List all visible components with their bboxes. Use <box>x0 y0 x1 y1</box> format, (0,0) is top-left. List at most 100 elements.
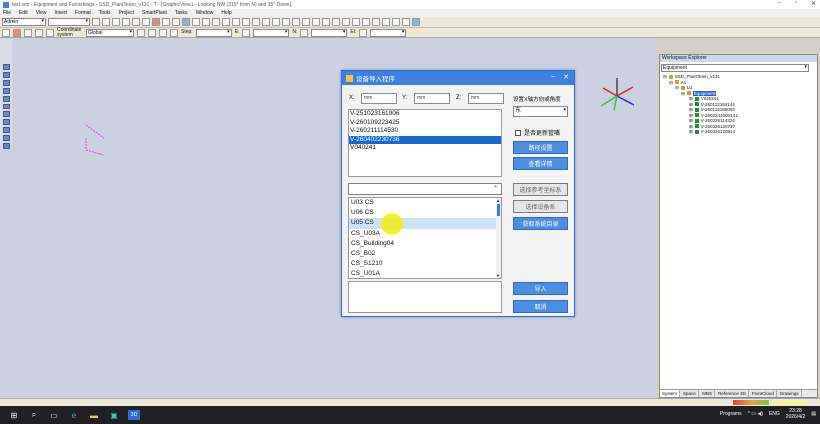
vessel-list[interactable]: V-251023161906 V-260109223425 V-26021111… <box>348 109 502 177</box>
list-item[interactable]: CS_S1210 <box>349 259 501 269</box>
nozzle-icon[interactable] <box>35 28 43 37</box>
e-combo[interactable] <box>253 28 290 37</box>
coord-system-dropdown[interactable]: ⌃ <box>348 183 502 195</box>
file-explorer-icon[interactable]: ▬ <box>88 410 100 420</box>
n-combo[interactable] <box>311 28 348 37</box>
scroll-down-icon[interactable]: ▼ <box>496 273 500 278</box>
tree-item[interactable]: ⊞ V-260326120814 <box>663 129 817 135</box>
check-icon[interactable] <box>392 18 400 26</box>
list-item[interactable]: V-260109223425 <box>349 119 501 128</box>
tab-reference-3d[interactable]: Reference 3D <box>716 390 749 397</box>
zoom-area-icon[interactable] <box>282 18 290 26</box>
print-icon[interactable] <box>122 18 130 26</box>
windows-start-icon[interactable]: ⊞ <box>8 410 20 420</box>
explorer-filter-combo[interactable]: Equipment <box>661 64 809 72</box>
properties-icon[interactable] <box>242 18 250 26</box>
task-view-icon[interactable]: ▭ <box>48 410 60 420</box>
select-ref-coord-button[interactable]: 选择参考坐标系 <box>513 183 568 196</box>
tray-icons[interactable]: ^ ▭ ◀) <box>748 411 763 417</box>
cut-icon[interactable] <box>132 18 140 26</box>
redo-icon[interactable] <box>172 18 180 26</box>
x-input[interactable]: mm <box>361 93 397 104</box>
menu-view[interactable]: View <box>36 10 47 16</box>
snap-icon[interactable] <box>352 18 360 26</box>
import-button[interactable]: 导入 <box>513 282 568 295</box>
coord-icon[interactable] <box>137 28 145 37</box>
y-input[interactable]: mm <box>414 93 450 104</box>
undo-icon[interactable] <box>162 18 170 26</box>
menu-window[interactable]: Window <box>196 10 214 16</box>
angle-select[interactable]: 东 <box>513 106 568 117</box>
list-item[interactable]: V040241 <box>349 144 501 153</box>
permission-combo[interactable] <box>48 18 90 26</box>
list-item[interactable]: U06 CS <box>349 208 501 218</box>
search-icon[interactable]: ⌕ <box>28 410 40 420</box>
tab-system[interactable]: System <box>660 390 681 397</box>
list-item-highlighted[interactable]: U05 CS <box>349 218 501 229</box>
minimize-icon[interactable]: – <box>777 0 780 7</box>
menu-edit[interactable]: Edit <box>19 10 28 16</box>
measure-icon[interactable] <box>232 18 240 26</box>
menu-project[interactable]: Project <box>118 10 134 16</box>
place-icon[interactable] <box>24 28 32 37</box>
language-indicator[interactable]: ENG <box>769 411 780 417</box>
pan-icon[interactable] <box>262 18 270 26</box>
list-item[interactable]: CS_B02 <box>349 249 501 259</box>
axis-icon[interactable] <box>159 28 167 37</box>
tab-wbs[interactable]: WBS <box>700 390 716 397</box>
list-item[interactable]: CS_U01A <box>349 269 501 278</box>
list-item[interactable]: CS_Building04 <box>349 239 501 249</box>
step-combo[interactable] <box>195 28 232 37</box>
rotate-icon[interactable] <box>212 18 220 26</box>
help-icon[interactable] <box>412 18 420 26</box>
zoom-icon[interactable] <box>272 18 280 26</box>
delete-icon[interactable] <box>152 18 160 26</box>
scroll-thumb[interactable] <box>497 204 500 216</box>
plane-icon[interactable] <box>148 28 156 37</box>
menu-format[interactable]: Format <box>75 10 91 16</box>
select-icon[interactable] <box>192 18 200 26</box>
dialog-close-icon[interactable]: ✕ <box>563 73 569 81</box>
pointer-icon[interactable] <box>2 28 10 37</box>
tab-space[interactable]: Space <box>681 390 699 397</box>
menu-insert[interactable]: Insert <box>54 10 67 16</box>
list-item[interactable]: U03 CS <box>349 198 501 208</box>
app-icon-3d[interactable]: 3D <box>128 410 140 420</box>
mirror-icon[interactable] <box>222 18 230 26</box>
cancel-button[interactable]: 取消 <box>513 300 568 313</box>
save-icon[interactable] <box>112 18 120 26</box>
clock[interactable]: 23:28 2026/4/2 <box>786 408 805 420</box>
update-nozzle-checkbox[interactable] <box>515 129 521 136</box>
render-icon[interactable] <box>322 18 330 26</box>
el-combo[interactable] <box>370 28 407 37</box>
search-icon[interactable] <box>362 18 370 26</box>
refresh-icon[interactable] <box>182 18 190 26</box>
menu-help[interactable]: Help <box>221 10 231 16</box>
list-item[interactable]: V-251023161906 <box>349 110 501 119</box>
get-system-directory-button[interactable]: 获取系统目录 <box>513 217 568 230</box>
list-item[interactable]: CS_U03A <box>349 229 501 239</box>
menu-file[interactable]: File <box>3 10 11 16</box>
notification-icon[interactable]: ▤ <box>811 411 816 417</box>
path-settings-button[interactable]: 路径设置 <box>513 141 568 154</box>
menu-smartplant[interactable]: SmartPlant <box>142 10 167 16</box>
orbit-icon[interactable] <box>302 18 310 26</box>
menu-tasks[interactable]: Tasks <box>175 10 188 16</box>
dialog-minimize-icon[interactable]: – <box>551 73 555 81</box>
scroll-up-icon[interactable]: ▲ <box>496 198 500 203</box>
view-details-button[interactable]: 查看详情 <box>513 157 568 170</box>
clip-icon[interactable] <box>312 18 320 26</box>
list-item[interactable]: V-260211114530 <box>349 127 501 136</box>
view-icon[interactable] <box>252 18 260 26</box>
list-scrollbar[interactable]: ▲ ▼ <box>496 198 501 278</box>
filter-combo[interactable]: Admin <box>2 18 46 26</box>
close-icon[interactable]: ✕ <box>811 0 816 7</box>
n-lock-icon[interactable] <box>300 28 309 37</box>
offset-icon[interactable] <box>170 28 178 37</box>
update-nozzle-checkbox-row[interactable]: 是否更新管嘴 <box>515 128 560 137</box>
programs-label[interactable]: Programs <box>720 411 742 417</box>
el-lock-icon[interactable] <box>359 28 368 37</box>
move-icon[interactable] <box>202 18 210 26</box>
coord-system-combo[interactable]: Global <box>86 28 134 37</box>
edge-icon[interactable]: e <box>68 410 80 420</box>
